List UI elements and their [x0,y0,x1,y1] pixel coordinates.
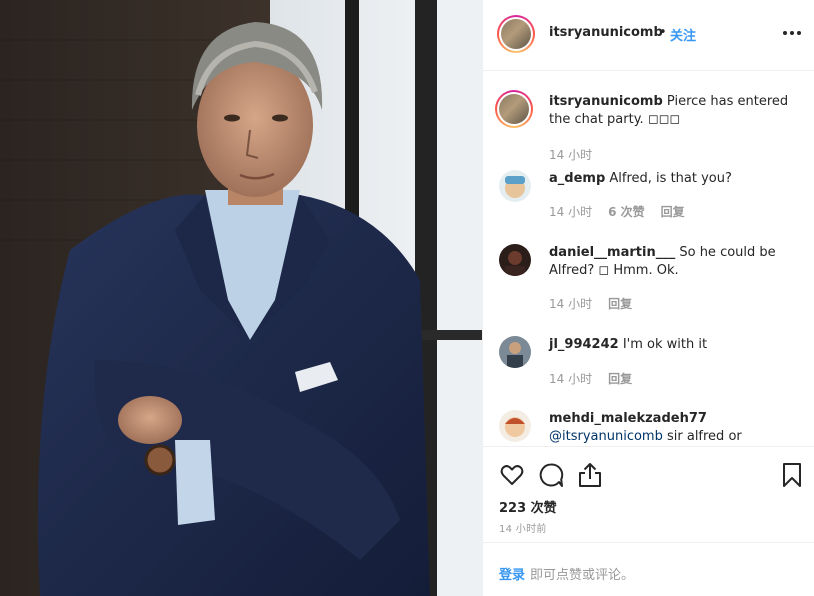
likes-count[interactable]: 223 次赞 [499,497,557,516]
comment-avatar[interactable] [495,90,533,128]
add-comment-section: 登录 即可点赞或评论。 [483,542,814,596]
comment-meta: 14 小时 回复 [549,295,632,312]
header-username[interactable]: itsryanunicomb [549,25,663,40]
avatar[interactable] [497,15,535,53]
comment-text: itsryanunicomb Pierce has entered the ch… [549,93,789,129]
comments-list[interactable]: itsryanunicomb Pierce has entered the ch… [483,72,814,446]
comment-bubble-icon[interactable] [537,461,565,489]
follow-button[interactable]: 关注 [670,25,696,44]
comment-time[interactable]: 14 小时 [549,370,592,387]
comment-text: mehdi_malekzadeh77 @itsryanunicomb sir a… [549,410,789,446]
bookmark-icon[interactable] [778,461,806,489]
comment-meta: 14 小时 6 次赞 回复 [549,203,685,220]
post-side-panel: itsryanunicomb • 关注 itsryanunicomb Pierc… [482,0,814,596]
comment-username[interactable]: daniel__martin___ [549,245,675,260]
comment-username[interactable]: itsryanunicomb [549,94,663,109]
comment-time[interactable]: 14 小时 [549,146,592,163]
comment-avatar[interactable] [499,244,531,276]
reply-button[interactable]: 回复 [608,370,632,387]
instagram-post: itsryanunicomb • 关注 itsryanunicomb Pierc… [0,0,814,596]
reply-button[interactable]: 回复 [608,295,632,312]
comment-meta: 14 小时 回复 [549,370,632,387]
comment-avatar[interactable] [499,170,531,202]
comment-username[interactable]: mehdi_malekzadeh77 [549,411,707,426]
login-link[interactable]: 登录 [499,564,525,583]
comment-avatar[interactable] [499,410,531,442]
share-icon[interactable] [576,461,604,489]
comment-time[interactable]: 14 小时 [549,203,592,220]
comment-avatar[interactable] [499,336,531,368]
comment-body: Alfred, is that you? [609,171,732,186]
comment-time[interactable]: 14 小时 [549,295,592,312]
post-actions: 223 次赞 14 小时前 [483,446,814,542]
comment-text: daniel__martin___ So he could be Alfred?… [549,244,789,280]
comment-meta: 14 小时 [549,146,592,163]
login-prompt: 即可点赞或评论。 [530,568,635,583]
comment-text: jl_994242 I'm ok with it [549,336,789,354]
comment-username[interactable]: a_demp [549,171,605,186]
post-header: itsryanunicomb • 关注 [483,0,814,71]
reply-button[interactable]: 回复 [661,203,685,220]
comment-body: I'm ok with it [622,337,708,352]
more-options-icon[interactable] [783,31,801,35]
post-photo[interactable] [0,0,482,596]
comment-mention[interactable]: @itsryanunicomb [549,429,663,444]
comment-text: a_demp Alfred, is that you? [549,170,789,188]
comment-likes[interactable]: 6 次赞 [608,203,645,220]
post-time[interactable]: 14 小时前 [499,520,547,535]
comment-username[interactable]: jl_994242 [549,337,619,352]
heart-icon[interactable] [498,461,526,489]
header-separator: • [659,25,667,40]
man-in-suit-photo [0,0,482,596]
